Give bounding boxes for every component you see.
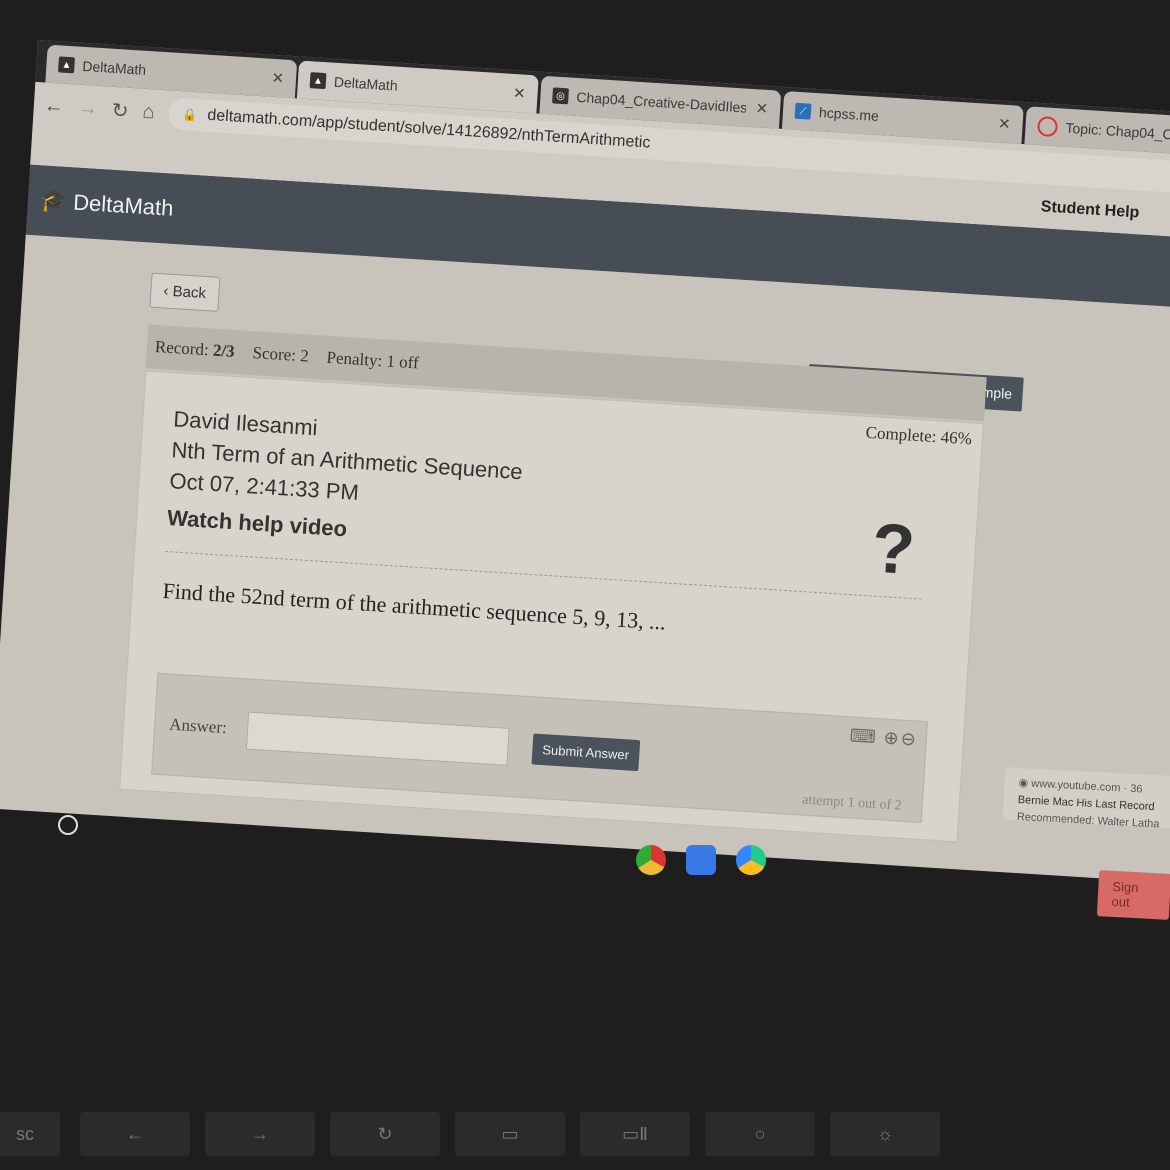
fullscreen-key-icon: ▭ bbox=[455, 1112, 565, 1156]
forward-arrow-icon[interactable]: → bbox=[77, 96, 98, 120]
notification-title: Bernie Mac His Last Record bbox=[1017, 794, 1155, 814]
deltamath-favicon: ▲ bbox=[309, 72, 327, 90]
launcher-icon[interactable] bbox=[58, 815, 78, 835]
answer-area: Answer: Submit Answer ⌨ ⊕ ⊖ attempt 1 ou… bbox=[151, 672, 928, 824]
close-tab-icon[interactable]: ✕ bbox=[998, 114, 1012, 133]
docs-icon[interactable] bbox=[686, 845, 716, 875]
back-arrow-icon[interactable]: ← bbox=[43, 94, 64, 118]
tab-title: Chap04_Creative-DavidIlesan bbox=[575, 88, 747, 116]
attempt-counter: attempt 1 out of 2 bbox=[801, 792, 903, 814]
main-content: ‹ Back See Solution Show Example Record:… bbox=[0, 234, 1170, 886]
zoom-in-icon[interactable]: ⊕ bbox=[883, 727, 899, 749]
chrome-icon[interactable] bbox=[636, 845, 666, 875]
penalty: Penalty: 1 off bbox=[326, 347, 420, 373]
close-tab-icon[interactable]: ✕ bbox=[271, 69, 285, 88]
hcpss-favicon: ⟋ bbox=[794, 102, 812, 120]
answer-label: Answer: bbox=[168, 714, 228, 738]
deltamath-logo[interactable]: 🎓 DeltaMath bbox=[39, 187, 174, 221]
back-button[interactable]: ‹ Back bbox=[149, 272, 221, 312]
brightness-down-key-icon: ○ bbox=[705, 1112, 815, 1156]
lock-icon: 🔒 bbox=[182, 107, 198, 123]
laptop-screen: ▲ DeltaMath ✕ ▲ DeltaMath ✕ ◎ Chap04_Cre… bbox=[0, 40, 1170, 915]
reload-icon[interactable]: ↻ bbox=[111, 97, 129, 123]
notification-source: www.youtube.com · 36 bbox=[1031, 777, 1143, 796]
back-key-icon: ← bbox=[80, 1112, 190, 1156]
zoom-out-icon[interactable]: ⊖ bbox=[900, 729, 916, 751]
graduation-cap-icon: 🎓 bbox=[39, 187, 69, 215]
answer-tools: ⌨ ⊕ ⊖ bbox=[849, 725, 916, 750]
brightness-up-key-icon: ☼ bbox=[830, 1112, 940, 1156]
logo-text: DeltaMath bbox=[72, 189, 175, 221]
tab-title: hcpss.me bbox=[818, 104, 880, 124]
tab-title: DeltaMath bbox=[333, 73, 399, 94]
problem-info: David Ilesanmi Nth Term of an Arithmetic… bbox=[166, 403, 525, 555]
tab-title: DeltaMath bbox=[81, 57, 147, 78]
topic-favicon bbox=[1036, 115, 1059, 138]
chap04-favicon: ◎ bbox=[552, 87, 570, 105]
laptop-keyboard: sc ← → ↻ ▭ ▭Ⅱ ○ ☼ bbox=[0, 1090, 1170, 1170]
esc-key: sc bbox=[0, 1112, 60, 1156]
shelf bbox=[636, 845, 766, 875]
answer-input[interactable] bbox=[245, 711, 510, 766]
problem-card: Complete: 46% David Ilesanmi Nth Term of… bbox=[119, 370, 984, 843]
refresh-key-icon: ↻ bbox=[330, 1112, 440, 1156]
sign-out-button[interactable]: Sign out bbox=[1096, 870, 1170, 920]
play-store-icon[interactable] bbox=[736, 845, 766, 875]
home-icon[interactable]: ⌂ bbox=[142, 100, 155, 124]
back-label: Back bbox=[172, 282, 207, 303]
tab-title: Topic: Chap04_Crea bbox=[1065, 119, 1170, 144]
forward-key-icon: → bbox=[205, 1112, 315, 1156]
close-tab-icon[interactable]: ✕ bbox=[755, 99, 769, 118]
complete-percent: Complete: 46% bbox=[865, 422, 973, 449]
score: Score: 2 bbox=[252, 343, 310, 366]
chrome-small-icon: ◉ bbox=[1018, 777, 1032, 790]
deltamath-favicon: ▲ bbox=[58, 56, 75, 74]
youtube-notification[interactable]: ◉ www.youtube.com · 36 Bernie Mac His La… bbox=[1002, 767, 1170, 830]
keyboard-icon[interactable]: ⌨ bbox=[849, 725, 876, 748]
question-text: Find the 52nd term of the arithmetic seq… bbox=[161, 577, 667, 635]
overview-key-icon: ▭Ⅱ bbox=[580, 1112, 690, 1156]
close-tab-icon[interactable]: ✕ bbox=[512, 84, 526, 103]
submit-answer-button[interactable]: Submit Answer bbox=[531, 733, 640, 772]
question-mark-icon[interactable]: ? bbox=[870, 507, 918, 590]
record: Record: 2/3 bbox=[154, 336, 236, 361]
